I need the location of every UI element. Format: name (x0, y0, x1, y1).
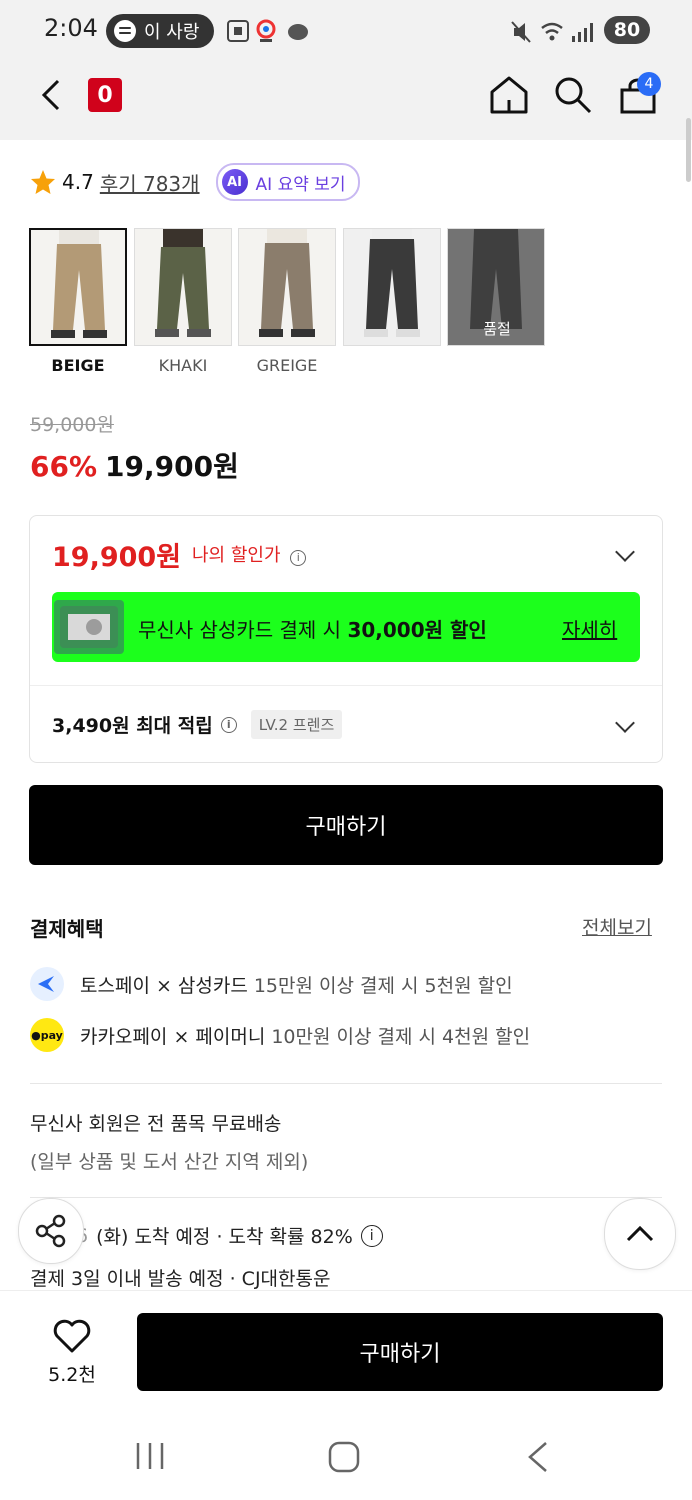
home-icon[interactable] (488, 74, 530, 116)
recent-apps-icon[interactable] (134, 1440, 168, 1472)
scrollbar[interactable] (686, 118, 691, 182)
now-playing-label: 이 사랑 (144, 22, 200, 43)
bottom-buy-button[interactable]: 구매하기 (137, 1313, 663, 1391)
free-shipping-text: 무신사 회원은 전 품목 무료배송 (30, 1113, 282, 1135)
share-icon (35, 1214, 66, 1248)
points-text: 3,490원 최대 적립 (52, 715, 213, 737)
color-thumb-greige[interactable] (238, 228, 336, 346)
arrival-info-icon[interactable]: i (360, 1224, 383, 1247)
pants-beige-image (31, 230, 125, 344)
status-time: 2:04 (44, 14, 98, 42)
benefit-kakao[interactable]: ●pay 카카오페이 × 페이머니 10만원 이상 결제 시 4천원 할인 (30, 1018, 530, 1052)
discount-rate: 66% (30, 450, 98, 483)
like-count: 5.2천 (48, 1364, 96, 1386)
back-nav-icon[interactable] (524, 1440, 552, 1474)
benefit-toss[interactable]: 토스페이 × 삼성카드 15만원 이상 결제 시 5천원 할인 (30, 967, 513, 1001)
level-badge: LV.2 프렌즈 (250, 710, 343, 739)
buy-button[interactable]: 구매하기 (29, 785, 663, 865)
scroll-top-button[interactable] (604, 1198, 676, 1270)
share-button[interactable] (18, 1198, 84, 1264)
ai-icon: AI (221, 169, 248, 195)
status-app-icons (227, 19, 308, 42)
heart-icon[interactable] (52, 1318, 92, 1354)
brand-logo[interactable]: 0 (88, 78, 122, 112)
samsung-card-image (54, 600, 124, 654)
signal-icon (572, 23, 593, 42)
chevron-up-icon (626, 1225, 654, 1242)
mute-icon (511, 21, 531, 43)
pants-khaki-image (135, 229, 231, 345)
points-info-icon[interactable]: i (220, 716, 237, 733)
kakao-pay-icon: ●pay (30, 1018, 64, 1052)
color-thumb-beige[interactable] (29, 228, 127, 346)
pants-charcoal-image (344, 229, 440, 345)
sale-price: 19,900원 (105, 450, 239, 483)
color-label-beige: BEIGE (51, 356, 105, 375)
ai-summary-button[interactable]: AI AI 요약 보기 (215, 163, 360, 201)
sale-price-row: 66% 19,900원 (30, 445, 239, 485)
rating-score: 4.7 (62, 170, 94, 194)
reviews-link[interactable]: 후기 783개 (100, 168, 200, 197)
wifi-icon (541, 22, 563, 41)
color-label-khaki: KHAKI (158, 356, 208, 375)
see-all-link[interactable]: 전체보기 (582, 913, 652, 940)
location-icon (256, 19, 276, 42)
promo-details-link[interactable]: 자세히 (562, 614, 617, 643)
card-divider (30, 685, 662, 686)
section-divider (30, 1083, 662, 1084)
search-icon[interactable] (552, 74, 594, 116)
status-system-icons (511, 21, 593, 43)
star-icon (31, 170, 55, 194)
ai-summary-label: AI 요약 보기 (255, 174, 346, 195)
toss-pay-icon (30, 967, 64, 1001)
cart-count-badge: 4 (637, 72, 661, 96)
rating-row: 4.7 후기 783개 AI AI 요약 보기 (30, 163, 360, 201)
screenshot-icon (227, 20, 249, 42)
sold-out-label: 품절 (483, 320, 511, 338)
now-playing-pill[interactable]: 이 사랑 (106, 14, 214, 48)
my-price-label-row: 나의 할인가 i (192, 541, 307, 567)
color-thumb-charcoal[interactable] (343, 228, 441, 346)
spotify-icon (114, 20, 136, 42)
my-price-label: 나의 할인가 (192, 545, 281, 566)
section-divider-2 (30, 1197, 662, 1198)
thread-icon (288, 23, 308, 41)
my-price-amount: 19,900원 (52, 542, 182, 573)
promo-banner-text: 무신사 삼성카드 결제 시 30,000원 할인 (138, 618, 487, 642)
original-price: 59,000원 (30, 414, 114, 436)
dispatch-info: 결제 3일 이내 발송 예정 · CJ대한통운 (30, 1268, 331, 1290)
color-label-greige: GREIGE (256, 356, 318, 375)
color-thumb-khaki[interactable] (134, 228, 232, 346)
free-shipping-note: (일부 상품 및 도서 산간 지역 제외) (30, 1151, 309, 1173)
back-arrow-icon[interactable] (38, 78, 64, 112)
info-icon[interactable]: i (290, 549, 307, 566)
home-nav-icon[interactable] (327, 1440, 361, 1474)
points-row: 3,490원 최대 적립 i LV.2 프렌즈 (52, 710, 343, 739)
payment-benefits-title: 결제혜택 (30, 917, 104, 941)
battery-icon: 80 (604, 16, 650, 44)
pants-greige-image (239, 229, 335, 345)
